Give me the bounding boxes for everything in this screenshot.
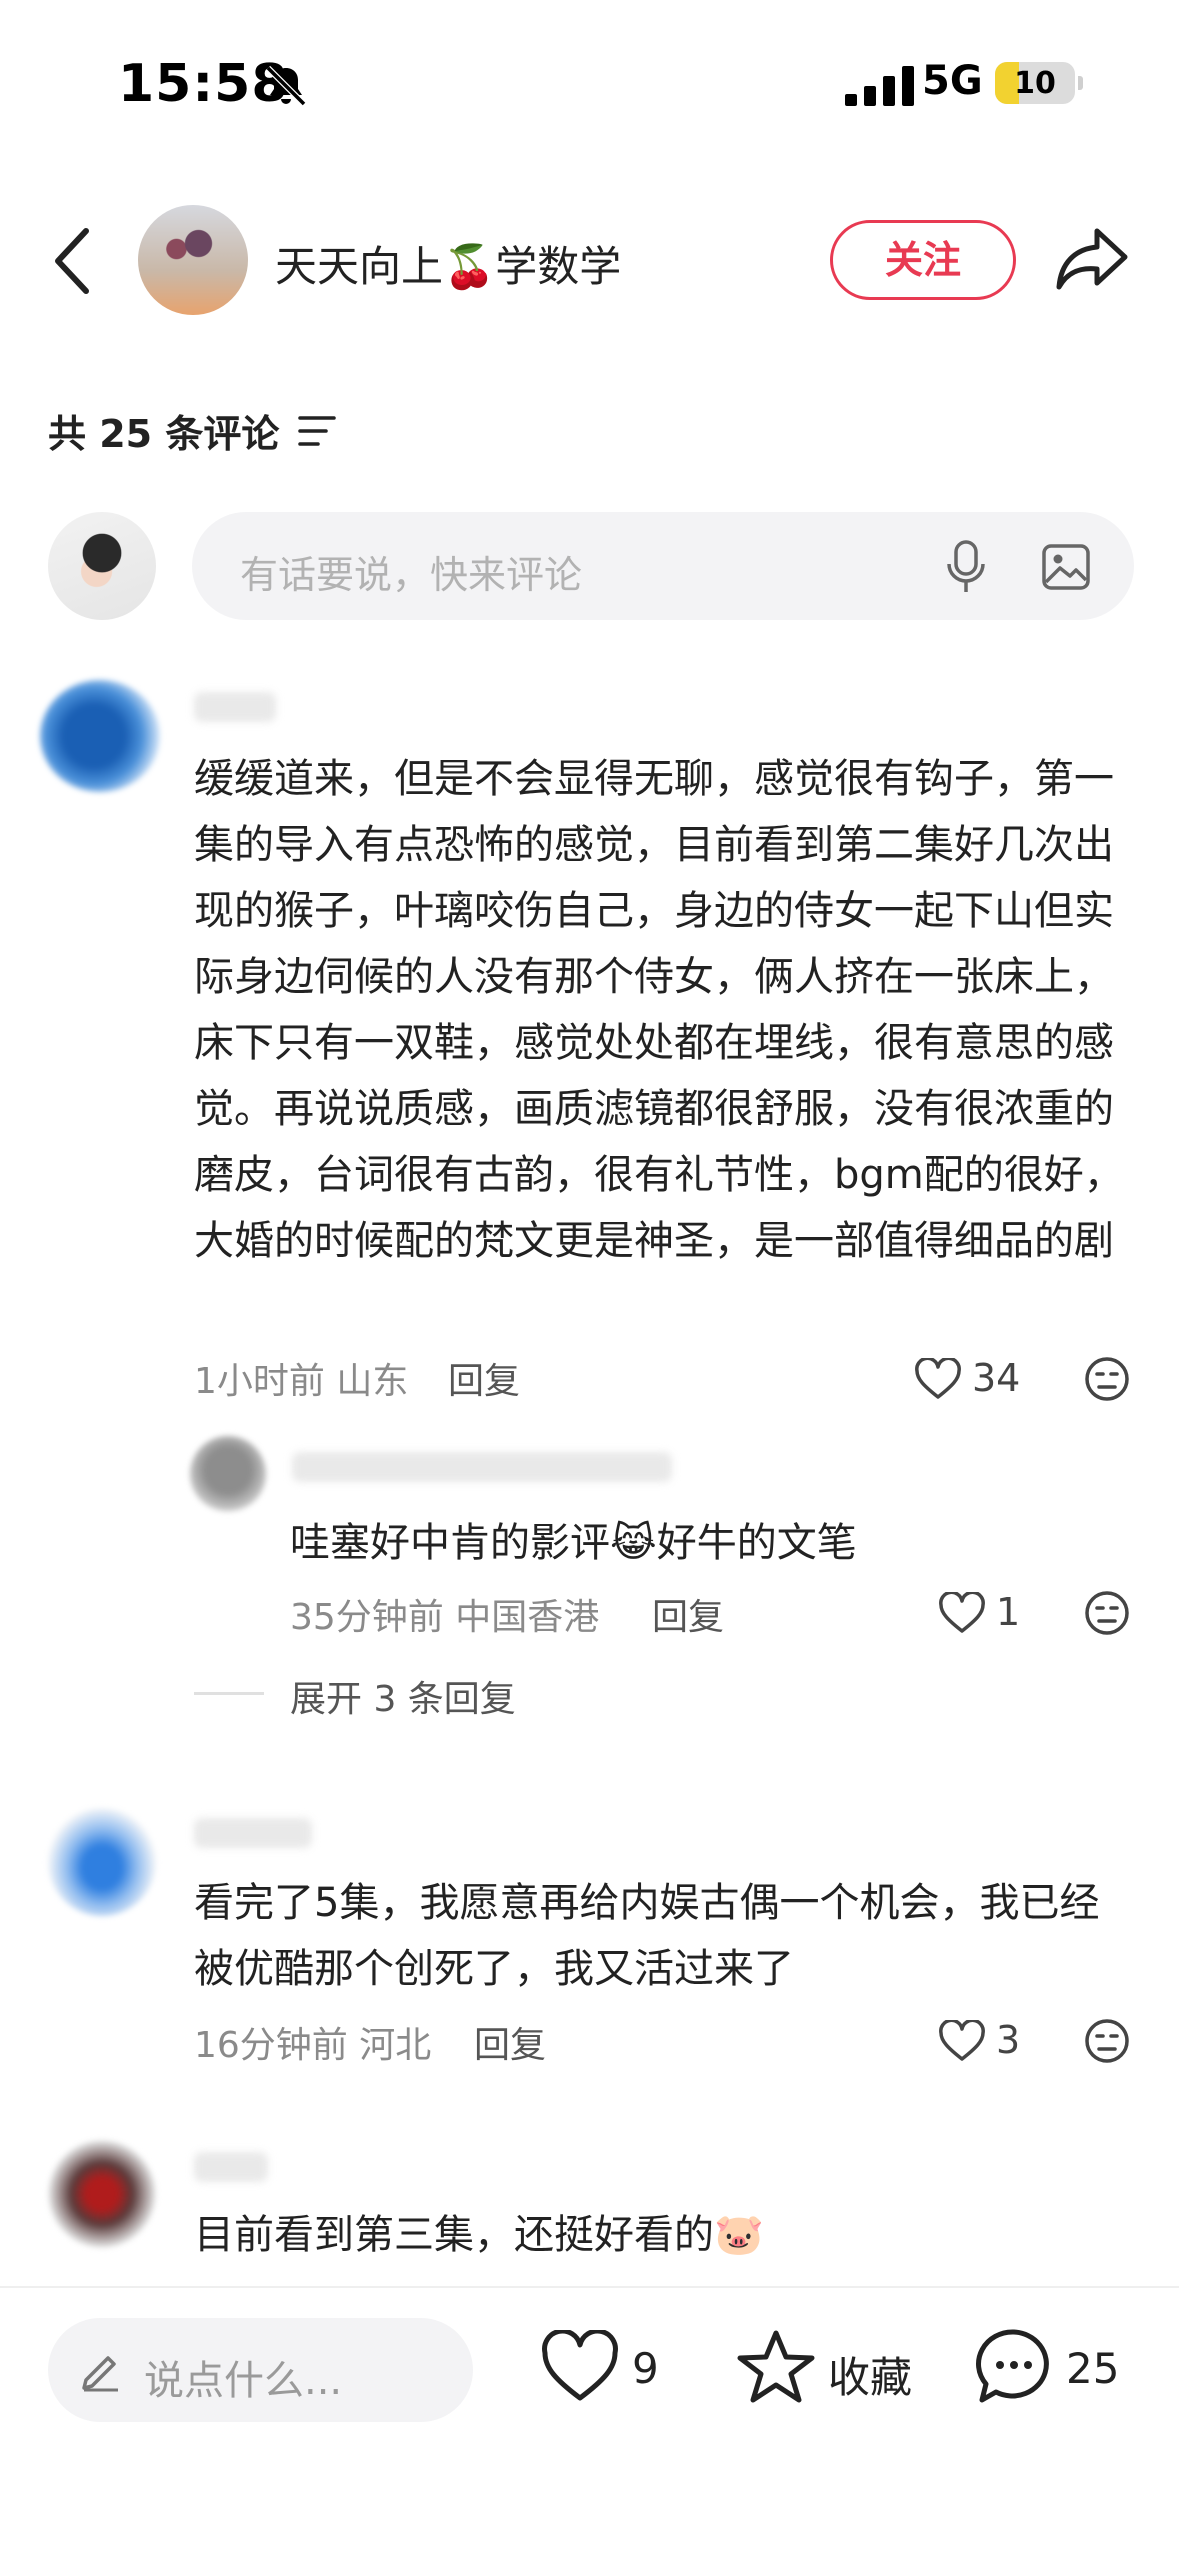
reply-avatar[interactable] — [190, 1436, 266, 1512]
commenter-name[interactable] — [194, 692, 276, 722]
reply-text: 哇塞好中肯的影评😹好牛的文笔 — [290, 1520, 857, 1566]
like-heart-icon[interactable] — [938, 1592, 986, 1634]
like-count: 1 — [996, 1590, 1021, 1634]
network-type: 5G — [922, 58, 983, 104]
expand-divider — [194, 1692, 264, 1695]
author-name[interactable]: 天天向上🍒学数学 — [275, 233, 621, 294]
comment-text: 缓缓道来，但是不会显得无聊，感觉很有钩子，第一集的导入有点恐怖的感觉，目前看到第… — [194, 756, 1124, 1264]
post-comment-count: 25 — [1066, 2344, 1120, 2393]
my-avatar — [48, 512, 156, 620]
microphone-icon[interactable] — [946, 540, 986, 594]
comment-text: 目前看到第三集，还挺好看的🐷 — [194, 2212, 764, 2258]
reply-time-location: 35分钟前 中国香港 — [290, 1597, 600, 1638]
follow-button[interactable]: 关注 — [830, 220, 1016, 300]
cellular-signal-icon — [845, 66, 914, 106]
like-heart-icon[interactable] — [540, 2330, 620, 2404]
star-favorite-icon[interactable] — [736, 2328, 816, 2406]
comment-input-placeholder: 有话要说，快来评论 — [240, 553, 583, 597]
back-arrow-icon[interactable] — [48, 225, 96, 297]
comment-time-location: 1小时前 山东 — [194, 1361, 409, 1402]
bottom-bar-divider — [0, 2286, 1179, 2288]
dislike-face-icon[interactable] — [1084, 2018, 1130, 2064]
say-something-placeholder: 说点什么... — [144, 2358, 343, 2404]
reply-button[interactable]: 回复 — [474, 2016, 546, 2068]
reply-author-name[interactable] — [292, 1452, 672, 1482]
share-icon[interactable] — [1055, 225, 1129, 293]
battery-icon: 10 — [995, 62, 1075, 104]
commenter-name[interactable] — [194, 2152, 268, 2182]
reply-button[interactable]: 回复 — [448, 1352, 520, 1404]
say-something-input[interactable]: 说点什么... — [48, 2318, 473, 2422]
comment-time-location: 16分钟前 河北 — [194, 2025, 432, 2066]
favorite-label[interactable]: 收藏 — [828, 2344, 912, 2405]
dislike-face-icon[interactable] — [1084, 1590, 1130, 1636]
expand-replies-button[interactable]: 展开 3 条回复 — [290, 1670, 516, 1722]
battery-nub — [1078, 76, 1083, 90]
like-heart-icon[interactable] — [914, 1358, 962, 1400]
commenter-avatar[interactable] — [40, 680, 160, 792]
comment-count-label: 共 25 条评论 — [48, 412, 280, 456]
commenter-avatar[interactable] — [48, 1808, 156, 1916]
comment-input[interactable]: 有话要说，快来评论 — [192, 512, 1134, 620]
image-icon[interactable] — [1042, 544, 1090, 590]
like-heart-icon[interactable] — [938, 2020, 986, 2062]
commenter-name[interactable] — [194, 1818, 312, 1848]
commenter-avatar[interactable] — [48, 2140, 156, 2248]
pencil-icon — [82, 2356, 118, 2392]
comment-text: 看完了5集，我愿意再给内娱古偶一个机会，我已经被优酷那个创死了，我又活过来了 — [194, 1880, 1100, 1992]
post-like-count: 9 — [632, 2344, 659, 2393]
silent-bell-icon — [265, 65, 307, 107]
battery-level: 10 — [1014, 66, 1056, 101]
comment-bubble-icon[interactable] — [974, 2326, 1054, 2406]
like-count: 34 — [972, 1356, 1021, 1400]
author-avatar[interactable] — [138, 205, 248, 315]
reply-reply-button[interactable]: 回复 — [652, 1588, 724, 1640]
dislike-face-icon[interactable] — [1084, 1356, 1130, 1402]
like-count: 3 — [996, 2018, 1021, 2062]
sort-filter-icon[interactable] — [298, 414, 336, 448]
